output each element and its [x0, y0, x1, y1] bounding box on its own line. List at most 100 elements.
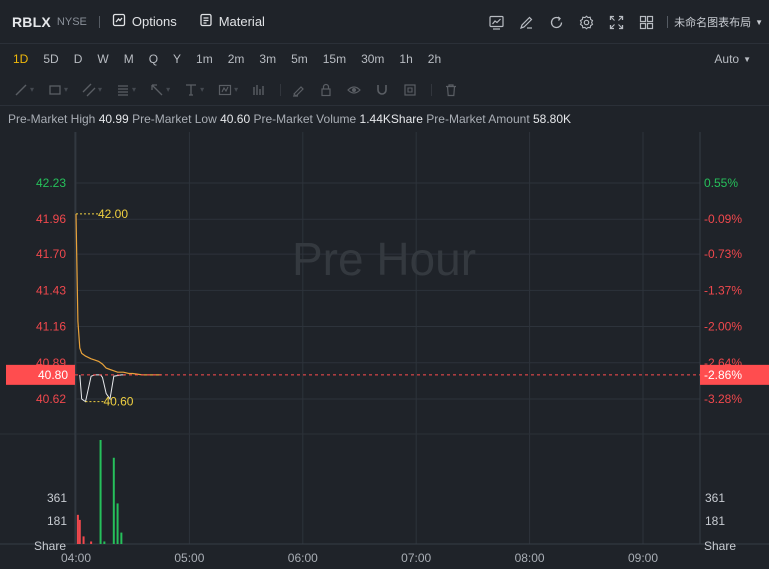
percent-axis-label: -0.09%	[704, 212, 742, 226]
caret-down-icon: ▼	[755, 17, 763, 27]
scale-mode-dropdown[interactable]: Auto ▼	[714, 44, 751, 74]
options-icon	[112, 13, 126, 30]
volume-bar	[116, 503, 119, 544]
header-actions: 未命名图表布局 ▼	[481, 0, 769, 44]
volume-bar	[82, 536, 85, 544]
header-bar: RBLX NYSE Options Material 未命名图表布局 ▼	[0, 0, 769, 44]
line-tool[interactable]: ▾	[14, 83, 34, 97]
layers-icon	[404, 83, 416, 96]
refresh-button[interactable]	[541, 7, 571, 37]
pattern-icon	[218, 84, 232, 95]
trend-line-icon	[15, 84, 27, 95]
pre-market-stats: Pre-Market High 40.99 Pre-Market Low 40.…	[8, 112, 571, 126]
time-axis-label: 09:00	[628, 551, 658, 565]
gear-icon	[579, 14, 593, 30]
layout-name-dropdown[interactable]: 未命名图表布局 ▼	[674, 14, 763, 30]
arrow-tool[interactable]: ▾	[150, 83, 170, 97]
divider	[98, 15, 100, 28]
lock-tool[interactable]	[319, 83, 333, 97]
price-axis-label: 42.23	[36, 176, 66, 190]
low-marker-label: 40.60	[103, 395, 133, 409]
interval-3m[interactable]: 3m	[252, 52, 284, 66]
indicator-button[interactable]	[481, 7, 511, 37]
volume-unit-right: Share	[704, 539, 736, 553]
current-pct-label: -2.86%	[704, 368, 742, 382]
percent-axis-label: -3.28%	[704, 392, 742, 406]
volume-bar	[76, 514, 79, 544]
interval-2m[interactable]: 2m	[221, 52, 253, 66]
interval-y[interactable]: Y	[166, 52, 189, 66]
volume-axis-label-right: 361	[705, 491, 725, 505]
delete-tool[interactable]	[444, 83, 458, 97]
volume-bar	[120, 532, 123, 544]
volume-axis-label-right: 181	[705, 514, 725, 528]
arrow-icon	[151, 83, 163, 95]
drawing-toolbar: ▾ ▾ ▾ ▾ ▾ ▾ ▾	[0, 74, 769, 106]
stack-tool[interactable]	[403, 83, 417, 97]
price-axis-label: 41.43	[36, 283, 66, 297]
channel-tool[interactable]: ▾	[82, 83, 102, 97]
rectangle-icon	[49, 84, 61, 95]
material-label: Material	[218, 14, 265, 29]
volume-bar	[112, 457, 115, 544]
interval-1m[interactable]: 1m	[189, 52, 221, 66]
lock-icon	[321, 83, 331, 96]
interval-m[interactable]: M	[117, 52, 142, 66]
brush-icon	[293, 85, 304, 97]
draw-button[interactable]	[511, 7, 541, 37]
chart-app: RBLX NYSE Options Material 未命名图表布局 ▼ 1D …	[0, 0, 769, 569]
material-icon	[199, 13, 213, 30]
volume-bar	[78, 519, 81, 544]
percent-axis-label: 0.55%	[704, 176, 738, 190]
magnet-icon	[377, 84, 387, 95]
measure-tool[interactable]	[252, 83, 266, 97]
percent-axis-label: -1.37%	[704, 283, 742, 297]
volume-axis-label-left: 361	[47, 491, 67, 505]
time-axis-label: 04:00	[61, 551, 91, 565]
current-price-label: 40.80	[38, 368, 68, 382]
price-axis-label: 41.96	[36, 212, 66, 226]
interval-w[interactable]: W	[90, 52, 116, 66]
pattern-tool[interactable]: ▾	[218, 83, 238, 97]
price-axis-label: 41.70	[36, 247, 66, 261]
magnet-tool[interactable]	[375, 83, 389, 97]
visibility-tool[interactable]	[347, 83, 361, 97]
material-button[interactable]: Material	[199, 13, 265, 30]
price-axis-label: 40.62	[36, 392, 66, 406]
text-tool[interactable]: ▾	[184, 83, 204, 97]
price-axis-label: 41.16	[36, 320, 66, 334]
interval-5m[interactable]: 5m	[284, 52, 316, 66]
symbol-ticker[interactable]: RBLX	[12, 14, 51, 30]
interval-30m[interactable]: 30m	[354, 52, 392, 66]
fib-tool[interactable]: ▾	[116, 83, 136, 97]
interval-15m[interactable]: 15m	[316, 52, 354, 66]
layout-grid-button[interactable]	[631, 7, 661, 37]
options-label: Options	[131, 14, 177, 29]
percent-axis-label: -0.73%	[704, 247, 742, 261]
options-button[interactable]: Options	[112, 13, 177, 30]
eye-icon	[347, 85, 361, 94]
parallel-channel-icon	[82, 83, 96, 96]
interval-5d[interactable]: 5D	[36, 52, 66, 66]
stat-low-value: 40.60	[220, 112, 251, 126]
trash-icon	[446, 83, 457, 96]
interval-1d[interactable]: 1D	[6, 52, 36, 66]
exchange-label: NYSE	[56, 15, 87, 28]
time-axis-label: 07:00	[401, 551, 431, 565]
rect-tool[interactable]: ▾	[48, 83, 68, 97]
fullscreen-button[interactable]	[601, 7, 631, 37]
time-axis-label: 08:00	[515, 551, 545, 565]
divider	[431, 83, 433, 96]
interval-d[interactable]: D	[67, 52, 91, 66]
watermark-text: Pre Hour	[292, 233, 476, 285]
price-chart[interactable]: Pre Hour42.2341.9641.7041.4341.1640.8940…	[0, 132, 769, 569]
stat-volume-label: Pre-Market Volume	[253, 112, 357, 126]
interval-2h[interactable]: 2h	[421, 52, 449, 66]
settings-button[interactable]	[571, 7, 601, 37]
interval-q[interactable]: Q	[142, 52, 166, 66]
percent-axis-label: -2.00%	[704, 320, 742, 334]
indicator-icon	[488, 15, 504, 30]
eraser-tool[interactable]	[291, 83, 305, 97]
interval-1h[interactable]: 1h	[392, 52, 420, 66]
divider	[280, 83, 282, 96]
